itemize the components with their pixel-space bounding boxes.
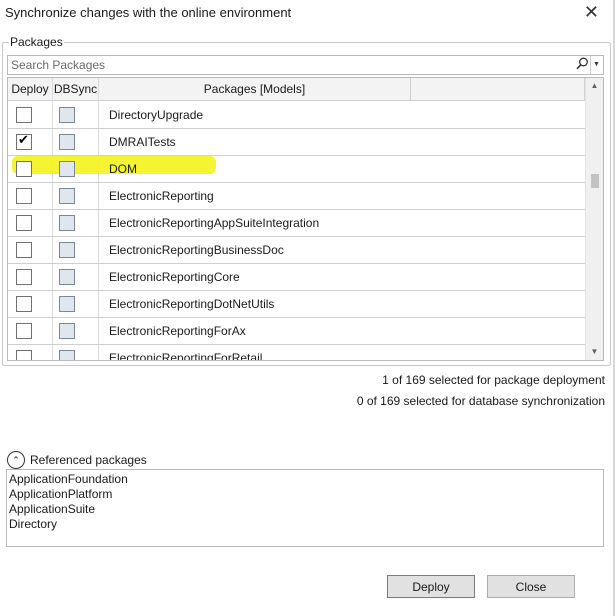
dbsync-checkbox[interactable]: [59, 215, 75, 231]
dbsync-checkbox[interactable]: [59, 323, 75, 339]
deploy-checkbox[interactable]: [16, 132, 32, 150]
package-name: ElectronicReportingAppSuiteIntegration: [109, 216, 320, 230]
table-row[interactable]: DirectoryUpgrade: [8, 101, 585, 129]
list-item: ApplicationFoundation: [9, 472, 128, 486]
search-options-chevron-down-icon[interactable]: ▼: [590, 56, 602, 74]
dbsync-checkbox[interactable]: [59, 188, 75, 204]
deploy-checkbox[interactable]: [16, 269, 32, 285]
dbsync-checkbox[interactable]: [59, 350, 75, 360]
table-row[interactable]: ElectronicReportingForRetail: [8, 344, 585, 361]
package-name: DirectoryUpgrade: [109, 108, 204, 122]
column-header-dbsync[interactable]: DBSync: [53, 78, 99, 100]
list-item: ApplicationPlatform: [9, 487, 113, 501]
deploy-checkbox[interactable]: [16, 215, 32, 231]
deploy-checkbox[interactable]: [16, 242, 32, 258]
dbsync-checkbox[interactable]: [59, 269, 75, 285]
deploy-checkbox[interactable]: [16, 350, 32, 360]
deploy-checkbox[interactable]: [16, 107, 32, 123]
scrollbar-thumb[interactable]: [591, 174, 599, 188]
grid-scrollbar[interactable]: ▲ ▼: [585, 78, 603, 360]
column-header-deploy[interactable]: Deploy: [8, 78, 53, 100]
grid-header: Deploy DBSync Packages [Models]: [8, 78, 585, 101]
packages-group-label: Packages: [9, 35, 64, 49]
package-name: DOM: [109, 162, 137, 176]
deploy-checkbox[interactable]: [16, 323, 32, 339]
dbsync-checkbox[interactable]: [59, 242, 75, 258]
table-row[interactable]: ElectronicReportingForAx: [8, 317, 585, 345]
table-row[interactable]: DMRAITests: [8, 128, 585, 156]
package-name: ElectronicReportingCore: [109, 270, 240, 284]
dbsync-selection-count: 0 of 169 selected for database synchroni…: [356, 394, 605, 408]
column-header-packages[interactable]: Packages [Models]: [99, 78, 411, 100]
table-row[interactable]: ElectronicReportingDotNetUtils: [8, 290, 585, 318]
search-icon[interactable]: [576, 57, 589, 73]
table-row[interactable]: ElectronicReportingBusinessDoc: [8, 236, 585, 264]
scroll-up-arrow-icon[interactable]: ▲: [586, 78, 603, 94]
dbsync-checkbox[interactable]: [59, 296, 75, 312]
referenced-packages-label: Referenced packages: [30, 453, 147, 467]
table-row[interactable]: ElectronicReporting: [8, 182, 585, 210]
deploy-checkbox[interactable]: [16, 296, 32, 312]
package-name: ElectronicReportingForRetail: [109, 351, 263, 361]
dbsync-checkbox[interactable]: [59, 107, 75, 123]
dbsync-checkbox[interactable]: [59, 161, 75, 177]
deploy-button[interactable]: Deploy: [387, 575, 475, 598]
scroll-down-arrow-icon[interactable]: ▼: [586, 344, 603, 360]
list-item: Directory: [9, 517, 58, 531]
title-bar: Synchronize changes with the online envi…: [0, 0, 615, 28]
referenced-packages-list[interactable]: ApplicationFoundation ApplicationPlatfor…: [6, 469, 604, 547]
table-row[interactable]: ElectronicReportingCore: [8, 263, 585, 291]
package-name: ElectronicReportingBusinessDoc: [109, 243, 284, 257]
deploy-checkbox[interactable]: [16, 188, 32, 204]
deployment-selection-count: 1 of 169 selected for package deployment: [382, 373, 605, 387]
packages-grid: Deploy DBSync Packages [Models] Director…: [7, 77, 604, 361]
search-input[interactable]: [8, 56, 571, 74]
search-box: ▼: [7, 55, 604, 75]
list-item: ApplicationSuite: [9, 502, 96, 516]
column-header-extra[interactable]: [411, 78, 585, 100]
dbsync-checkbox[interactable]: [59, 134, 75, 150]
window-title: Synchronize changes with the online envi…: [5, 5, 292, 20]
table-row[interactable]: DOM: [8, 155, 585, 183]
table-row[interactable]: ElectronicReportingAppSuiteIntegration: [8, 209, 585, 237]
deploy-checkbox[interactable]: [16, 161, 32, 177]
referenced-packages-collapse-icon[interactable]: ⌃: [7, 451, 25, 469]
close-button[interactable]: Close: [487, 575, 575, 598]
package-name: ElectronicReporting: [109, 189, 214, 203]
package-name: ElectronicReportingDotNetUtils: [109, 297, 275, 311]
package-name: ElectronicReportingForAx: [109, 324, 246, 338]
package-name: DMRAITests: [109, 135, 176, 149]
close-icon[interactable]: ✕: [584, 2, 599, 23]
